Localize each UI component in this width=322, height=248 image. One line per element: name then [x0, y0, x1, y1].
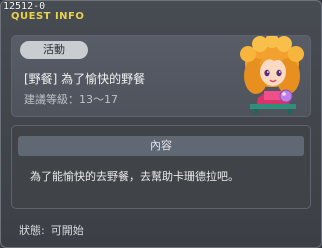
recommended-level: 建議等級：13～17	[24, 93, 118, 106]
quest-status: 狀態: 可開始	[19, 222, 90, 238]
quest-name: [野餐] 為了愉快的野餐	[24, 72, 146, 86]
status-label: 狀態:	[19, 224, 45, 237]
quest-info-window: 12512-0 QUEST INFO 活動 [野餐] 為了愉快的野餐 建議等級：…	[0, 0, 322, 248]
content-text: 為了能愉快的去野餐，去幫助卡珊德拉吧。	[30, 170, 239, 183]
status-value: 可開始	[50, 224, 84, 237]
category-badge: 活動	[20, 41, 88, 59]
quest-header-panel: 活動 [野餐] 為了愉快的野餐 建議等級：13～17	[11, 35, 311, 117]
quest-content-panel: 內容 為了能愉快的去野餐，去幫助卡珊德拉吧。	[11, 125, 311, 209]
window-title: QUEST INFO	[11, 11, 85, 22]
content-header: 內容	[18, 136, 304, 156]
npc-portrait	[240, 36, 304, 114]
